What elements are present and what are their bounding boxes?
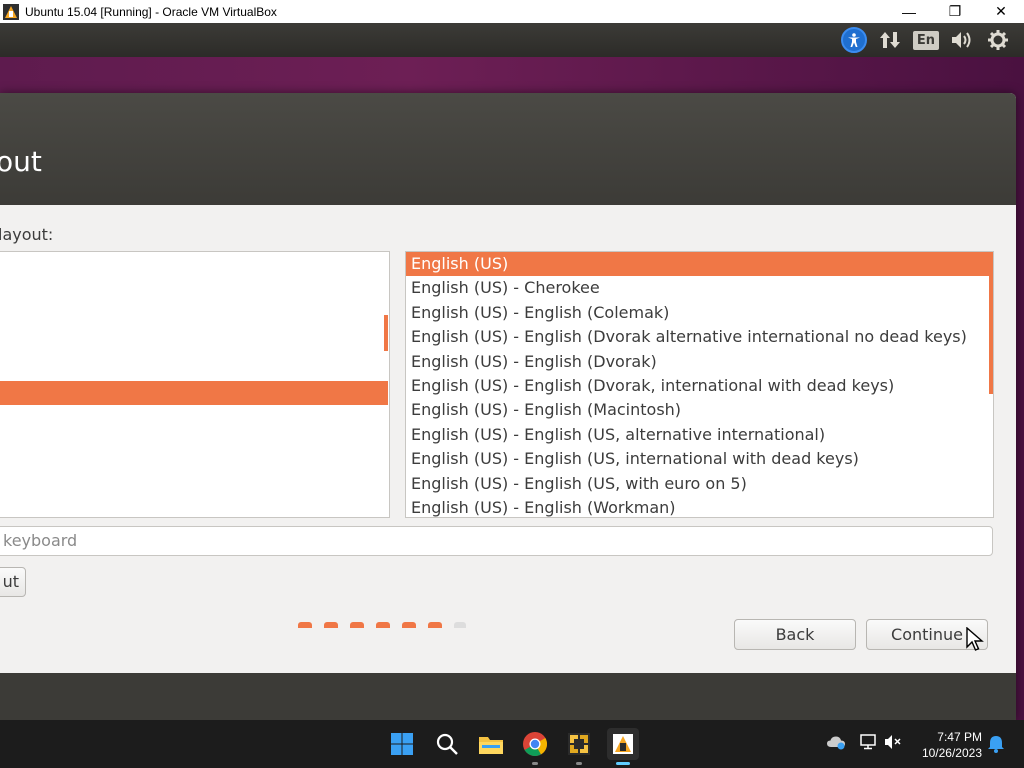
windows-start-icon[interactable] [386,728,418,760]
network-status-icon[interactable] [860,733,878,755]
variant-list-scrollbar[interactable] [989,254,993,394]
virtualbox-logo-icon [3,3,19,20]
layout-variant-item[interactable]: English (US) - English (US, alternative … [406,423,993,447]
back-button[interactable]: Back [734,619,856,650]
layout-list-scrollbar[interactable] [384,315,388,351]
progress-dot [454,622,466,628]
layout-variant-list[interactable]: English (US) English (US) - Cherokee Engli… [405,251,994,518]
window-title: Ubuntu 15.04 [Running] - Oracle VM Virtu… [25,4,277,19]
layout-variant-item[interactable]: English (US) - English (US, with euro on… [406,472,993,496]
notification-bell-icon[interactable] [984,728,1008,760]
virtualbox-taskbar-icon[interactable] [607,728,639,765]
progress-dot [350,622,364,628]
chrome-icon[interactable] [519,728,551,765]
keyboard-layout-list[interactable] [0,251,390,518]
onedrive-icon[interactable] [826,734,846,755]
install-progress-dots [298,622,466,628]
installer-window: out layout: English (US) English (US) - C… [0,93,1016,720]
installer-header: out [0,93,1016,205]
layout-variant-item[interactable]: English (US) - English (Colemak) [406,301,993,325]
language-label: En [912,30,940,50]
volume-icon[interactable] [944,25,980,55]
ubuntu-top-panel: En [0,23,1024,57]
network-icon[interactable] [872,25,908,55]
progress-dot [298,622,312,628]
layout-variant-item[interactable]: English (US) [406,252,993,277]
vm-tool-icon[interactable] [563,728,595,765]
progress-dot [324,622,338,628]
progress-dot [376,622,390,628]
installer-footer [0,673,1016,720]
windows-taskbar: 7:47 PM 10/26/2023 [0,720,1024,768]
minimize-button[interactable]: — [886,0,932,23]
close-button[interactable]: ✕ [978,0,1024,23]
file-explorer-icon[interactable] [475,728,507,760]
layout-variant-item[interactable]: English (US) - English (Dvorak alternati… [406,325,993,349]
restore-button[interactable]: ❐ [932,0,978,23]
accessibility-icon[interactable] [836,25,872,55]
layout-variant-item[interactable]: English (US) - English (Workman) [406,496,993,517]
search-icon[interactable] [431,728,463,760]
detect-layout-button[interactable]: ut [0,567,26,597]
layout-variant-item[interactable]: English (US) - English (Dvorak) [406,350,993,374]
layout-variant-item[interactable]: English (US) - Cherokee [406,276,993,300]
taskbar-clock[interactable]: 7:47 PM 10/26/2023 [922,729,982,761]
layout-variant-item[interactable]: English (US) - English (US, internationa… [406,447,993,471]
keyboard-language-indicator[interactable]: En [908,25,944,55]
clock-time: 7:47 PM [937,730,982,744]
progress-dot [402,622,416,628]
vbox-title-bar: Ubuntu 15.04 [Running] - Oracle VM Virtu… [0,0,1024,23]
system-gear-icon[interactable] [980,25,1016,55]
test-input-placeholder: keyboard [3,531,78,550]
clock-date: 10/26/2023 [921,746,982,760]
mouse-cursor-icon [966,627,984,651]
layout-variant-item[interactable]: English (US) - English (Dvorak, internat… [406,374,993,398]
progress-dot [428,622,442,628]
system-tray [826,720,902,768]
page-title: out [0,145,42,178]
layout-list-selected-row[interactable] [0,381,388,405]
keyboard-test-input[interactable]: keyboard [0,526,993,556]
volume-muted-icon[interactable] [884,734,902,755]
choose-layout-label: layout: [0,225,54,244]
layout-variant-item[interactable]: English (US) - English (Macintosh) [406,398,993,422]
